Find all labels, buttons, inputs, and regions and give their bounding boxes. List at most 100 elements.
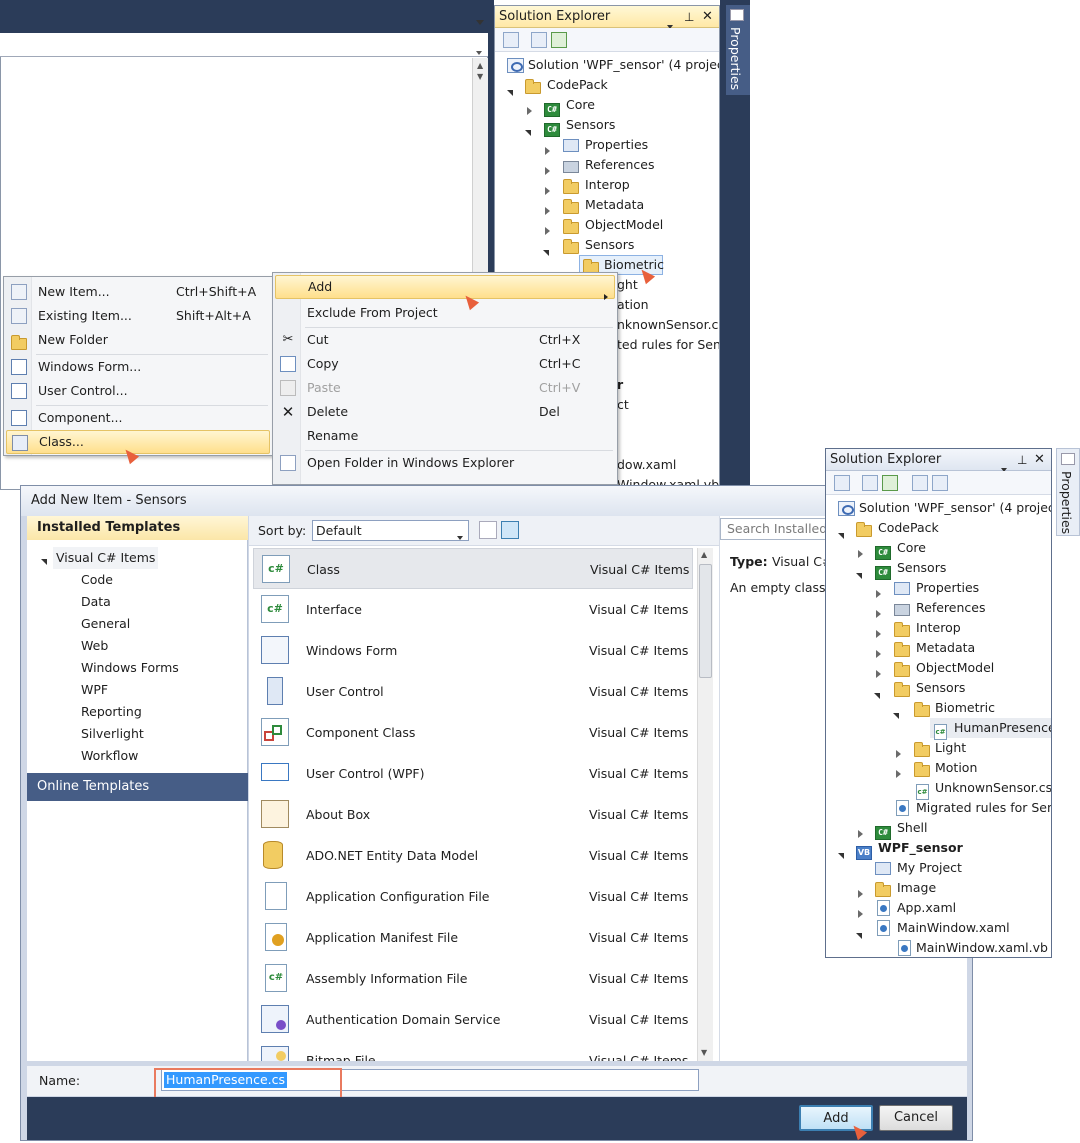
menu-item-class[interactable]: Class...: [6, 430, 270, 454]
show-all-files-icon[interactable]: [862, 475, 878, 491]
tree-item-humanpresence[interactable]: c# HumanPresence.: [930, 718, 1051, 740]
template-row-about-box[interactable]: About Box Visual C# Items: [253, 794, 693, 835]
menu-item-rename[interactable]: Rename: [275, 424, 615, 448]
collapsed-icon[interactable]: [545, 167, 550, 175]
sort-by-select[interactable]: Default: [312, 520, 469, 541]
menu-item-copy[interactable]: Copy Ctrl+C: [275, 352, 615, 376]
view-code-icon[interactable]: [912, 475, 928, 491]
properties-view-icon[interactable]: [503, 32, 519, 48]
template-row-app-manifest[interactable]: Application Manifest File Visual C# Item…: [253, 917, 693, 958]
collapsed-icon[interactable]: [545, 207, 550, 215]
category-code[interactable]: Code: [81, 569, 113, 591]
tree-item-unknownsensor-partial[interactable]: nknownSensor.cs: [617, 315, 719, 335]
pin-icon[interactable]: ⊥: [1017, 449, 1027, 471]
expanded-icon[interactable]: [507, 90, 513, 96]
category-silverlight[interactable]: Silverlight: [81, 723, 144, 745]
menu-item-new-item[interactable]: New Item... Ctrl+Shift+A: [6, 280, 270, 304]
expanded-icon[interactable]: [543, 250, 549, 256]
list-view-icon[interactable]: [501, 521, 519, 539]
template-row-class[interactable]: c# Class Visual C# Items: [253, 548, 693, 589]
tree-item-migrated-partial[interactable]: ted rules for Sens: [617, 335, 719, 355]
collapsed-icon[interactable]: [545, 147, 550, 155]
online-templates-header[interactable]: Online Templates: [27, 773, 248, 801]
tree-item-mainwindow-partial[interactable]: dow.xaml: [617, 455, 676, 475]
close-icon[interactable]: ✕: [702, 6, 713, 28]
tree-item-motion-partial[interactable]: ation: [617, 295, 649, 315]
category-general[interactable]: General: [81, 613, 130, 635]
scroll-up-icon[interactable]: ▲: [477, 61, 483, 70]
scroll-down-icon[interactable]: ▼: [701, 1048, 707, 1057]
category-windows-forms[interactable]: Windows Forms: [81, 657, 179, 679]
show-all-files-icon[interactable]: [531, 32, 547, 48]
category-web[interactable]: Web: [81, 635, 108, 657]
collapsed-icon[interactable]: [527, 107, 532, 115]
split-icon[interactable]: ▼: [477, 72, 483, 81]
pin-icon[interactable]: ⊥: [684, 6, 694, 28]
dropdown-arrow-icon[interactable]: [476, 13, 484, 28]
expanded-icon[interactable]: [525, 130, 531, 136]
category-workflow[interactable]: Workflow: [81, 745, 138, 767]
menu-item-user-control[interactable]: User Control...: [6, 379, 270, 403]
collapsed-icon[interactable]: [896, 770, 901, 778]
close-icon[interactable]: ✕: [1034, 449, 1045, 471]
menu-item-exclude[interactable]: Exclude From Project: [275, 301, 615, 325]
category-wpf[interactable]: WPF: [81, 679, 108, 701]
menu-item-paste[interactable]: Paste Ctrl+V: [275, 376, 615, 400]
category-reporting[interactable]: Reporting: [81, 701, 142, 723]
template-row-interface[interactable]: c# Interface Visual C# Items: [253, 589, 693, 630]
menu-item-new-folder[interactable]: New Folder: [6, 328, 270, 352]
expanded-icon[interactable]: [41, 553, 47, 568]
template-row-assembly-info[interactable]: c# Assembly Information File Visual C# I…: [253, 958, 693, 999]
template-row-windows-form[interactable]: Windows Form Visual C# Items: [253, 630, 693, 671]
template-row-ado-net[interactable]: ADO.NET Entity Data Model Visual C# Item…: [253, 835, 693, 876]
collapsed-icon[interactable]: [545, 227, 550, 235]
refresh-icon[interactable]: [551, 32, 567, 48]
menu-item-cut[interactable]: ✂ Cut Ctrl+X: [275, 328, 615, 352]
expanded-icon[interactable]: [893, 713, 899, 719]
refresh-icon[interactable]: [882, 475, 898, 491]
cancel-button[interactable]: Cancel: [879, 1105, 953, 1131]
collapsed-icon[interactable]: [858, 830, 863, 838]
template-row-component-class[interactable]: Component Class Visual C# Items: [253, 712, 693, 753]
template-row-user-control[interactable]: User Control Visual C# Items: [253, 671, 693, 712]
collapsed-icon[interactable]: [876, 590, 881, 598]
tree-item-light-partial[interactable]: ght: [617, 275, 638, 295]
properties-view-icon[interactable]: [834, 475, 850, 491]
template-row-user-control-wpf[interactable]: User Control (WPF) Visual C# Items: [253, 753, 693, 794]
collapsed-icon[interactable]: [858, 550, 863, 558]
template-row-app-config[interactable]: Application Configuration File Visual C#…: [253, 876, 693, 917]
collapsed-icon[interactable]: [545, 187, 550, 195]
templates-scrollbar[interactable]: ▲ ▼: [697, 548, 713, 1061]
properties-tab[interactable]: Properties: [726, 5, 750, 95]
tree-item-visual-csharp[interactable]: Visual C# Items: [53, 547, 159, 569]
collapsed-icon[interactable]: [858, 890, 863, 898]
expanded-icon[interactable]: [838, 533, 844, 539]
collapsed-icon[interactable]: [876, 670, 881, 678]
menu-item-existing-item[interactable]: Existing Item... Shift+Alt+A: [6, 304, 270, 328]
category-data[interactable]: Data: [81, 591, 111, 613]
expanded-icon[interactable]: [838, 853, 844, 859]
collapsed-icon[interactable]: [896, 750, 901, 758]
class-diagram-icon[interactable]: [932, 475, 948, 491]
template-row-auth-domain[interactable]: Authentication Domain Service Visual C# …: [253, 999, 693, 1040]
scroll-up-icon[interactable]: ▲: [701, 550, 707, 559]
tree-item-myproject-partial[interactable]: ct: [617, 395, 629, 415]
properties-tab-bottom[interactable]: Properties: [1056, 448, 1080, 536]
member-dropdown[interactable]: [0, 33, 488, 57]
expanded-icon[interactable]: [856, 933, 862, 939]
collapsed-icon[interactable]: [876, 630, 881, 638]
folder-icon: [894, 622, 910, 637]
menu-item-delete[interactable]: ✕ Delete Del: [275, 400, 615, 424]
scroll-thumb[interactable]: [699, 564, 712, 678]
expanded-icon[interactable]: [874, 693, 880, 699]
menu-item-add[interactable]: Add: [275, 275, 615, 300]
menu-item-component[interactable]: Component...: [6, 406, 270, 430]
collapsed-icon[interactable]: [876, 650, 881, 658]
collapsed-icon[interactable]: [876, 610, 881, 618]
menu-item-open-folder[interactable]: Open Folder in Windows Explorer: [275, 451, 615, 475]
template-row-bitmap[interactable]: Bitmap File Visual C# Items: [253, 1040, 693, 1061]
collapsed-icon[interactable]: [858, 910, 863, 918]
menu-item-windows-form[interactable]: Windows Form...: [6, 355, 270, 379]
small-icons-view-icon[interactable]: [479, 521, 497, 539]
expanded-icon[interactable]: [856, 573, 862, 579]
